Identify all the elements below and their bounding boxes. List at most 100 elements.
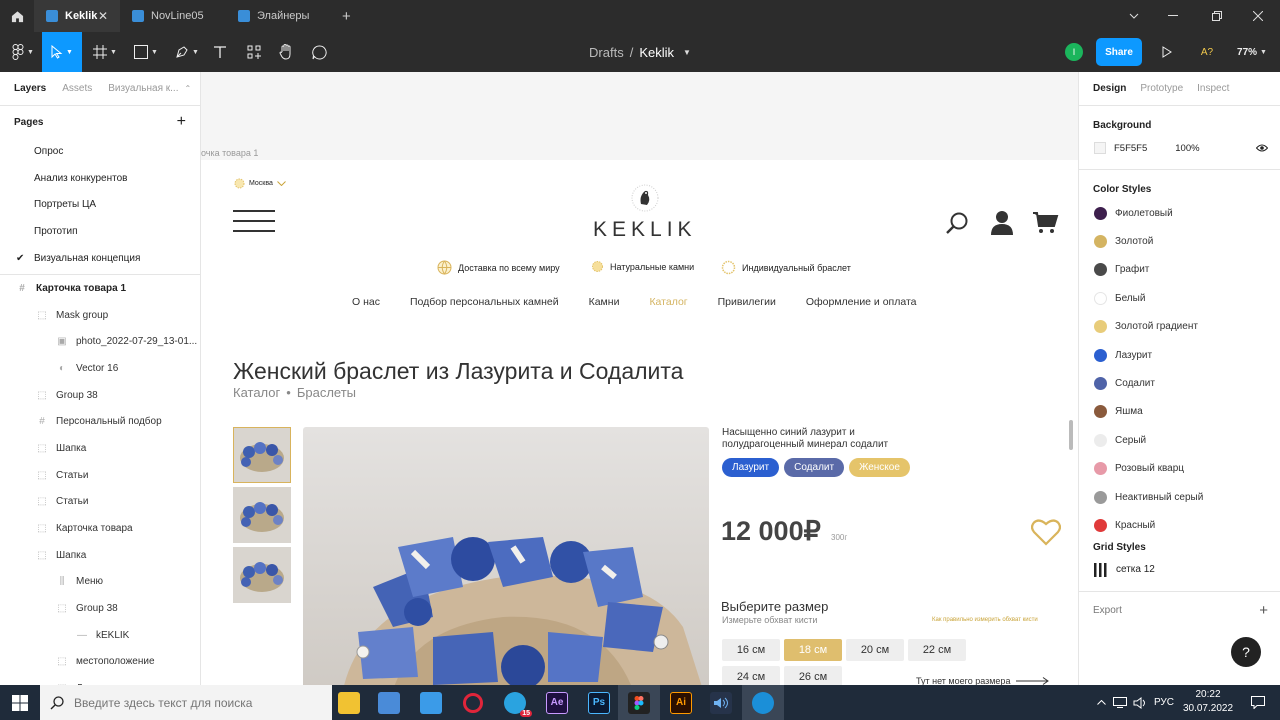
canvas-scrollbar[interactable] (1069, 420, 1073, 450)
canvas[interactable]: очка товара 1 Москва KEKLIK Доставка по … (201, 72, 1078, 685)
eye-icon[interactable] (1256, 144, 1268, 152)
breadcrumb-catalog[interactable]: Каталог (233, 385, 280, 400)
layer-item[interactable]: ⬚ Карточка товара (0, 515, 200, 542)
minimize-button[interactable] (1151, 0, 1195, 32)
breadcrumb-bracelets[interactable]: Браслеты (297, 385, 356, 400)
zoom-control[interactable]: 77% ▼ (1234, 32, 1270, 72)
tab-keklik[interactable]: Keklik ✕ (34, 0, 120, 32)
grid-style-item[interactable]: сетка 12 (1079, 553, 1280, 587)
color-style-item[interactable]: Фиолетовый (1079, 199, 1280, 227)
layer-item[interactable]: ◐ Vector 16 (0, 355, 200, 382)
photoshop-app[interactable]: Ps (578, 685, 620, 720)
heart-icon[interactable] (1031, 518, 1061, 546)
site-nav-item[interactable]: О нас (352, 296, 380, 308)
opera-app[interactable] (452, 685, 494, 720)
no-size-link[interactable]: Тут нет моего размера (916, 676, 1050, 685)
size-option[interactable]: 16 см (722, 639, 780, 661)
site-nav-item[interactable]: Каталог (649, 296, 687, 308)
color-style-item[interactable]: Содалит (1079, 369, 1280, 397)
frame-tool[interactable]: ▼ (86, 32, 124, 72)
size-option[interactable]: 24 см (722, 666, 780, 685)
background-hex[interactable]: F5F5F5 (1114, 143, 1147, 154)
layer-item[interactable]: ⬚ местоположение (0, 649, 200, 676)
tab-prototype[interactable]: Prototype (1140, 83, 1183, 94)
frame-product-card[interactable]: Москва KEKLIK Доставка по всему миру Нат… (201, 160, 1078, 685)
tab-aligners[interactable]: Элайнеры (226, 0, 332, 32)
layer-item[interactable]: # Карточка товара 1 (0, 275, 200, 302)
layer-item[interactable]: ⬚ Шапка (0, 435, 200, 462)
color-style-item[interactable]: Графит (1079, 256, 1280, 284)
show-hidden-icons[interactable] (1092, 685, 1110, 720)
thumbnail-2[interactable] (233, 487, 291, 543)
thumbnail-3[interactable] (233, 547, 291, 603)
layer-item[interactable]: ⬚ Mask group (0, 302, 200, 329)
product-tag[interactable]: Лазурит (722, 458, 780, 477)
volume-control[interactable] (1130, 685, 1150, 720)
store-app[interactable] (368, 685, 410, 720)
new-tab-button[interactable]: + (332, 0, 362, 32)
color-style-item[interactable]: Красный (1079, 511, 1280, 539)
share-button[interactable]: Share (1096, 38, 1142, 66)
layer-item[interactable]: ⫼ Меню (0, 569, 200, 596)
main-menu-button[interactable]: ▼ (4, 32, 42, 72)
background-opacity[interactable]: 100% (1175, 143, 1199, 154)
start-button[interactable] (0, 685, 40, 720)
home-button[interactable] (0, 0, 34, 32)
figma-app[interactable] (618, 685, 660, 720)
layer-item[interactable]: ⬚Доставка по всему миру (0, 675, 200, 685)
illustrator-app[interactable]: Ai (660, 685, 702, 720)
edge-app[interactable] (742, 685, 784, 720)
comment-tool[interactable] (307, 32, 331, 72)
user-icon[interactable] (990, 210, 1014, 236)
present-button[interactable] (1158, 32, 1176, 72)
help-button[interactable]: ? (1231, 637, 1261, 667)
background-row[interactable]: F5F5F5 100% (1079, 131, 1280, 165)
size-option[interactable]: 22 см (908, 639, 966, 661)
restore-button[interactable] (1195, 0, 1239, 32)
page-switcher[interactable]: Визуальная к... (108, 83, 178, 94)
burger-menu-icon[interactable] (233, 210, 275, 232)
layer-item[interactable]: ⬚ Статьи (0, 488, 200, 515)
layer-item[interactable]: # Персональный подбор (0, 408, 200, 435)
clock[interactable]: 20:22 30.07.2022 (1180, 688, 1236, 716)
network-status[interactable] (1110, 685, 1130, 720)
color-style-item[interactable]: Золотой градиент (1079, 313, 1280, 341)
layer-item[interactable]: ⬚ Статьи (0, 462, 200, 489)
color-style-item[interactable]: Неактивный серый (1079, 483, 1280, 511)
taskbar-search-input[interactable] (74, 695, 314, 710)
text-tool[interactable] (208, 32, 232, 72)
close-tab-icon[interactable]: ✕ (98, 9, 108, 23)
site-nav-item[interactable]: Привилегии (718, 296, 776, 308)
page-item[interactable]: Анализ конкурентов (0, 165, 200, 192)
tab-inspect[interactable]: Inspect (1197, 83, 1229, 94)
tab-list-button[interactable] (1112, 0, 1156, 32)
layer-item[interactable]: — kEKLIK (0, 622, 200, 649)
taskbar-search[interactable] (40, 685, 332, 720)
page-item[interactable]: Портреты ЦА (0, 192, 200, 219)
keyboard-language[interactable]: РУС (1150, 685, 1178, 720)
pen-tool[interactable]: ▼ (168, 32, 206, 72)
how-to-measure-link[interactable]: Как правильно измерить обхват кисти (932, 617, 1038, 623)
layer-item[interactable]: ⬚ Group 38 (0, 382, 200, 409)
site-nav-item[interactable]: Камни (589, 296, 620, 308)
size-option[interactable]: 20 см (846, 639, 904, 661)
breadcrumb-drafts[interactable]: Drafts (589, 45, 624, 60)
resources-tool[interactable] (242, 32, 266, 72)
tab-layers[interactable]: Layers (14, 83, 46, 94)
hand-tool[interactable] (274, 32, 298, 72)
add-page-button[interactable]: + (177, 113, 186, 131)
product-tag[interactable]: Содалит (784, 458, 845, 477)
file-explorer-app[interactable] (328, 685, 370, 720)
chevron-up-icon[interactable]: ⌃ (184, 84, 191, 93)
cart-icon[interactable] (1033, 212, 1059, 234)
font-warning[interactable]: A? (1196, 32, 1218, 72)
main-product-image[interactable] (303, 427, 709, 685)
logo-text[interactable]: KEKLIK (593, 218, 697, 242)
color-style-item[interactable]: Розовый кварц (1079, 455, 1280, 483)
after-effects-app[interactable]: Ae (536, 685, 578, 720)
search-icon[interactable] (945, 212, 969, 236)
color-style-item[interactable]: Белый (1079, 284, 1280, 312)
color-style-item[interactable]: Серый (1079, 426, 1280, 454)
location-selector[interactable]: Москва (234, 178, 286, 189)
chevron-down-icon[interactable]: ▼ (683, 48, 691, 57)
